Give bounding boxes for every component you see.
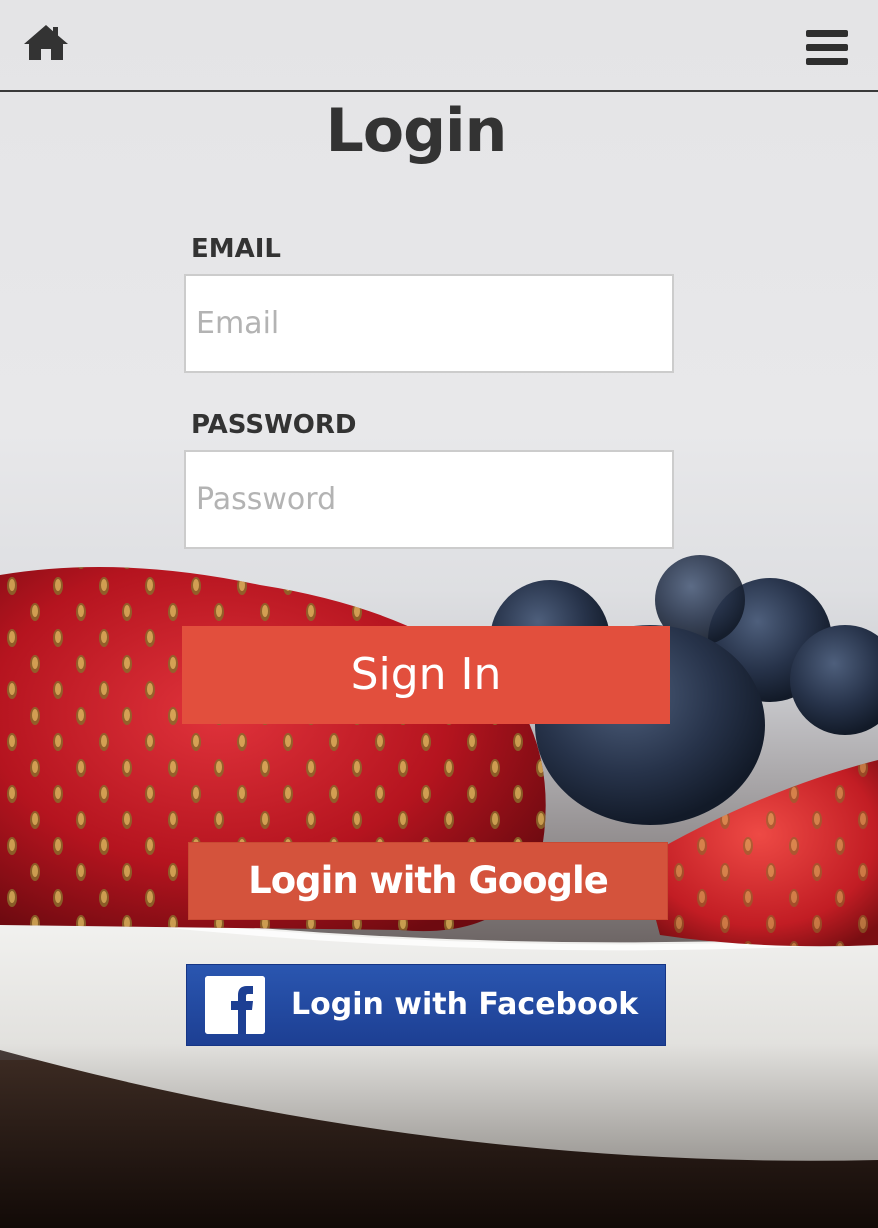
menu-bar-line — [806, 44, 848, 51]
facebook-logo-icon — [205, 976, 265, 1034]
login-with-facebook-button[interactable]: Login with Facebook — [186, 964, 666, 1046]
email-field[interactable] — [184, 274, 674, 373]
menu-bar-line — [806, 30, 848, 37]
page-title: Login — [325, 96, 508, 166]
login-with-google-button[interactable]: Login with Google — [188, 842, 668, 920]
password-field[interactable] — [184, 450, 674, 549]
email-label: EMAIL — [191, 234, 281, 264]
home-icon-graphic — [24, 25, 68, 60]
facebook-button-label: Login with Facebook — [291, 987, 639, 1022]
sign-in-button[interactable]: Sign In — [182, 626, 670, 724]
home-icon[interactable] — [22, 22, 70, 66]
hamburger-menu-icon[interactable] — [804, 30, 850, 72]
password-label: PASSWORD — [191, 410, 357, 440]
top-nav-bar — [0, 0, 878, 92]
menu-bar-line — [806, 58, 848, 65]
